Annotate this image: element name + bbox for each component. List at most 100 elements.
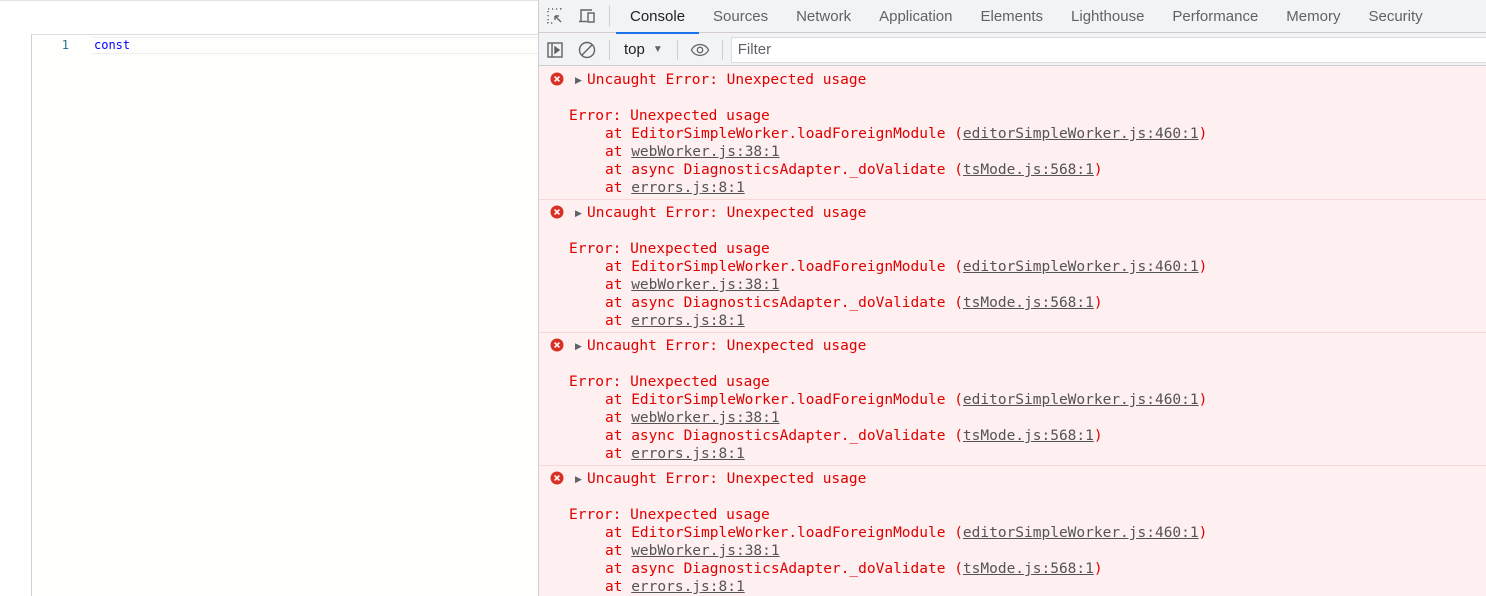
stack-trace: Error: Unexpected usage at EditorSimpleW… (569, 107, 1207, 197)
stack-frame-text: at async DiagnosticsAdapter._doValidate … (605, 428, 963, 444)
stack-frame: at webWorker.js:38:1 (569, 409, 1207, 427)
source-link[interactable]: webWorker.js:38:1 (631, 277, 779, 293)
expand-triangle-icon[interactable]: ▶ (575, 341, 587, 352)
stack-frame: at webWorker.js:38:1 (569, 276, 1207, 294)
source-link[interactable]: tsMode.js:568:1 (963, 162, 1094, 178)
error-message: Error: Unexpected usage (569, 108, 770, 124)
filter-field[interactable] (730, 36, 1486, 63)
stack-trace: Error: Unexpected usage at EditorSimpleW… (569, 373, 1207, 463)
dropdown-caret-icon: ▼ (652, 44, 663, 55)
console-error-message[interactable]: ▶ Uncaught Error: Unexpected usage Error… (539, 466, 1486, 596)
expand-triangle-icon[interactable]: ▶ (575, 208, 587, 219)
filter-input[interactable] (737, 41, 1486, 58)
source-link[interactable]: errors.js:8:1 (631, 446, 745, 462)
console-error-message[interactable]: ▶ Uncaught Error: Unexpected usage Error… (539, 200, 1486, 333)
separator (676, 39, 678, 60)
error-summary: Uncaught Error: Unexpected usage (587, 205, 867, 221)
stack-frame-text: at (605, 180, 632, 196)
stack-frame: at webWorker.js:38:1 (569, 542, 1207, 560)
stack-frame-text: at (605, 313, 632, 329)
stack-frame: at async DiagnosticsAdapter._doValidate … (569, 560, 1207, 578)
tab-console[interactable]: Console (616, 0, 700, 34)
console-error-message[interactable]: ▶ Uncaught Error: Unexpected usage Error… (539, 333, 1486, 466)
expand-triangle-icon[interactable]: ▶ (575, 75, 587, 86)
code-editor[interactable]: 1 const (31, 34, 539, 596)
current-line-highlight (92, 37, 539, 54)
error-summary: Uncaught Error: Unexpected usage (587, 471, 867, 487)
stack-frame: at webWorker.js:38:1 (569, 143, 1207, 161)
devtools-panel: Console Sources Network Application Elem… (538, 0, 1486, 596)
source-link[interactable]: tsMode.js:568:1 (963, 561, 1094, 577)
tab-network[interactable]: Network (782, 0, 865, 33)
source-link[interactable]: editorSimpleWorker.js:460:1 (963, 392, 1199, 408)
stack-frame: at async DiagnosticsAdapter._doValidate … (569, 161, 1207, 179)
source-link[interactable]: errors.js:8:1 (631, 313, 745, 329)
separator (609, 6, 610, 26)
stack-trace: Error: Unexpected usage at EditorSimpleW… (569, 506, 1207, 596)
tab-memory[interactable]: Memory (1272, 0, 1354, 33)
source-link[interactable]: webWorker.js:38:1 (631, 410, 779, 426)
stack-frame-suffix: ) (1093, 295, 1103, 311)
expand-triangle-icon[interactable]: ▶ (575, 474, 587, 485)
separator (609, 39, 610, 60)
error-summary: Uncaught Error: Unexpected usage (587, 72, 867, 88)
source-link[interactable]: editorSimpleWorker.js:460:1 (963, 525, 1199, 541)
source-link[interactable]: webWorker.js:38:1 (631, 144, 779, 160)
source-link[interactable]: errors.js:8:1 (631, 579, 745, 595)
stack-frame: at EditorSimpleWorker.loadForeignModule … (569, 258, 1207, 276)
stack-frame: at EditorSimpleWorker.loadForeignModule … (569, 391, 1207, 409)
device-toggle-icon[interactable] (571, 0, 603, 33)
tab-sources[interactable]: Sources (699, 0, 782, 33)
stack-frame: at async DiagnosticsAdapter._doValidate … (569, 294, 1207, 312)
tab-lighthouse[interactable]: Lighthouse (1057, 0, 1158, 33)
source-link[interactable]: errors.js:8:1 (631, 180, 745, 196)
separator (721, 39, 723, 60)
context-selector[interactable]: top ▼ (616, 34, 671, 66)
stack-frame-text: at (605, 410, 632, 426)
stack-frame-suffix: ) (1198, 525, 1208, 541)
line-number: 1 (61, 38, 69, 52)
context-selector-value: top (624, 41, 645, 58)
error-icon (550, 72, 564, 86)
source-link[interactable]: webWorker.js:38:1 (631, 543, 779, 559)
tab-performance[interactable]: Performance (1158, 0, 1272, 33)
page-content: 1 const (0, 0, 539, 596)
stack-frame-suffix: ) (1198, 126, 1208, 142)
error-icon (550, 471, 564, 485)
clear-console-icon[interactable] (571, 33, 603, 66)
inspect-element-icon[interactable] (539, 0, 571, 33)
stack-frame-suffix: ) (1093, 162, 1103, 178)
tab-elements[interactable]: Elements (966, 0, 1057, 33)
error-icon (550, 205, 564, 219)
stack-frame-text: at async DiagnosticsAdapter._doValidate … (605, 162, 963, 178)
stack-frame-text: at (605, 144, 632, 160)
devtools-tabbar: Console Sources Network Application Elem… (539, 0, 1486, 34)
editor-line[interactable]: 1 const (32, 37, 539, 54)
stack-frame-text: at EditorSimpleWorker.loadForeignModule … (605, 525, 963, 541)
source-link[interactable]: tsMode.js:568:1 (963, 295, 1094, 311)
error-message: Error: Unexpected usage (569, 507, 770, 523)
stack-frame: at errors.js:8:1 (569, 179, 1207, 197)
stack-trace: Error: Unexpected usage at EditorSimpleW… (569, 240, 1207, 330)
sidebar-toggle-icon[interactable] (539, 33, 571, 66)
stack-frame-text: at async DiagnosticsAdapter._doValidate … (605, 561, 963, 577)
source-link[interactable]: editorSimpleWorker.js:460:1 (963, 126, 1199, 142)
stack-frame: at errors.js:8:1 (569, 312, 1207, 330)
stack-frame-suffix: ) (1198, 259, 1208, 275)
tab-application[interactable]: Application (865, 0, 966, 33)
source-link[interactable]: tsMode.js:568:1 (963, 428, 1094, 444)
stack-frame-suffix: ) (1198, 392, 1208, 408)
code-text[interactable]: const (94, 37, 130, 53)
console-toolbar: top ▼ (539, 34, 1486, 66)
console-error-message[interactable]: ▶ Uncaught Error: Unexpected usage Error… (539, 67, 1486, 200)
stack-frame: at errors.js:8:1 (569, 578, 1207, 596)
stack-frame-text: at EditorSimpleWorker.loadForeignModule … (605, 126, 963, 142)
tab-security[interactable]: Security (1354, 0, 1436, 33)
error-message: Error: Unexpected usage (569, 241, 770, 257)
stack-frame-suffix: ) (1093, 561, 1103, 577)
error-summary: Uncaught Error: Unexpected usage (587, 338, 867, 354)
live-expression-eye-icon[interactable] (684, 33, 716, 66)
source-link[interactable]: editorSimpleWorker.js:460:1 (963, 259, 1199, 275)
stack-frame-text: at (605, 446, 632, 462)
stack-frame: at errors.js:8:1 (569, 445, 1207, 463)
